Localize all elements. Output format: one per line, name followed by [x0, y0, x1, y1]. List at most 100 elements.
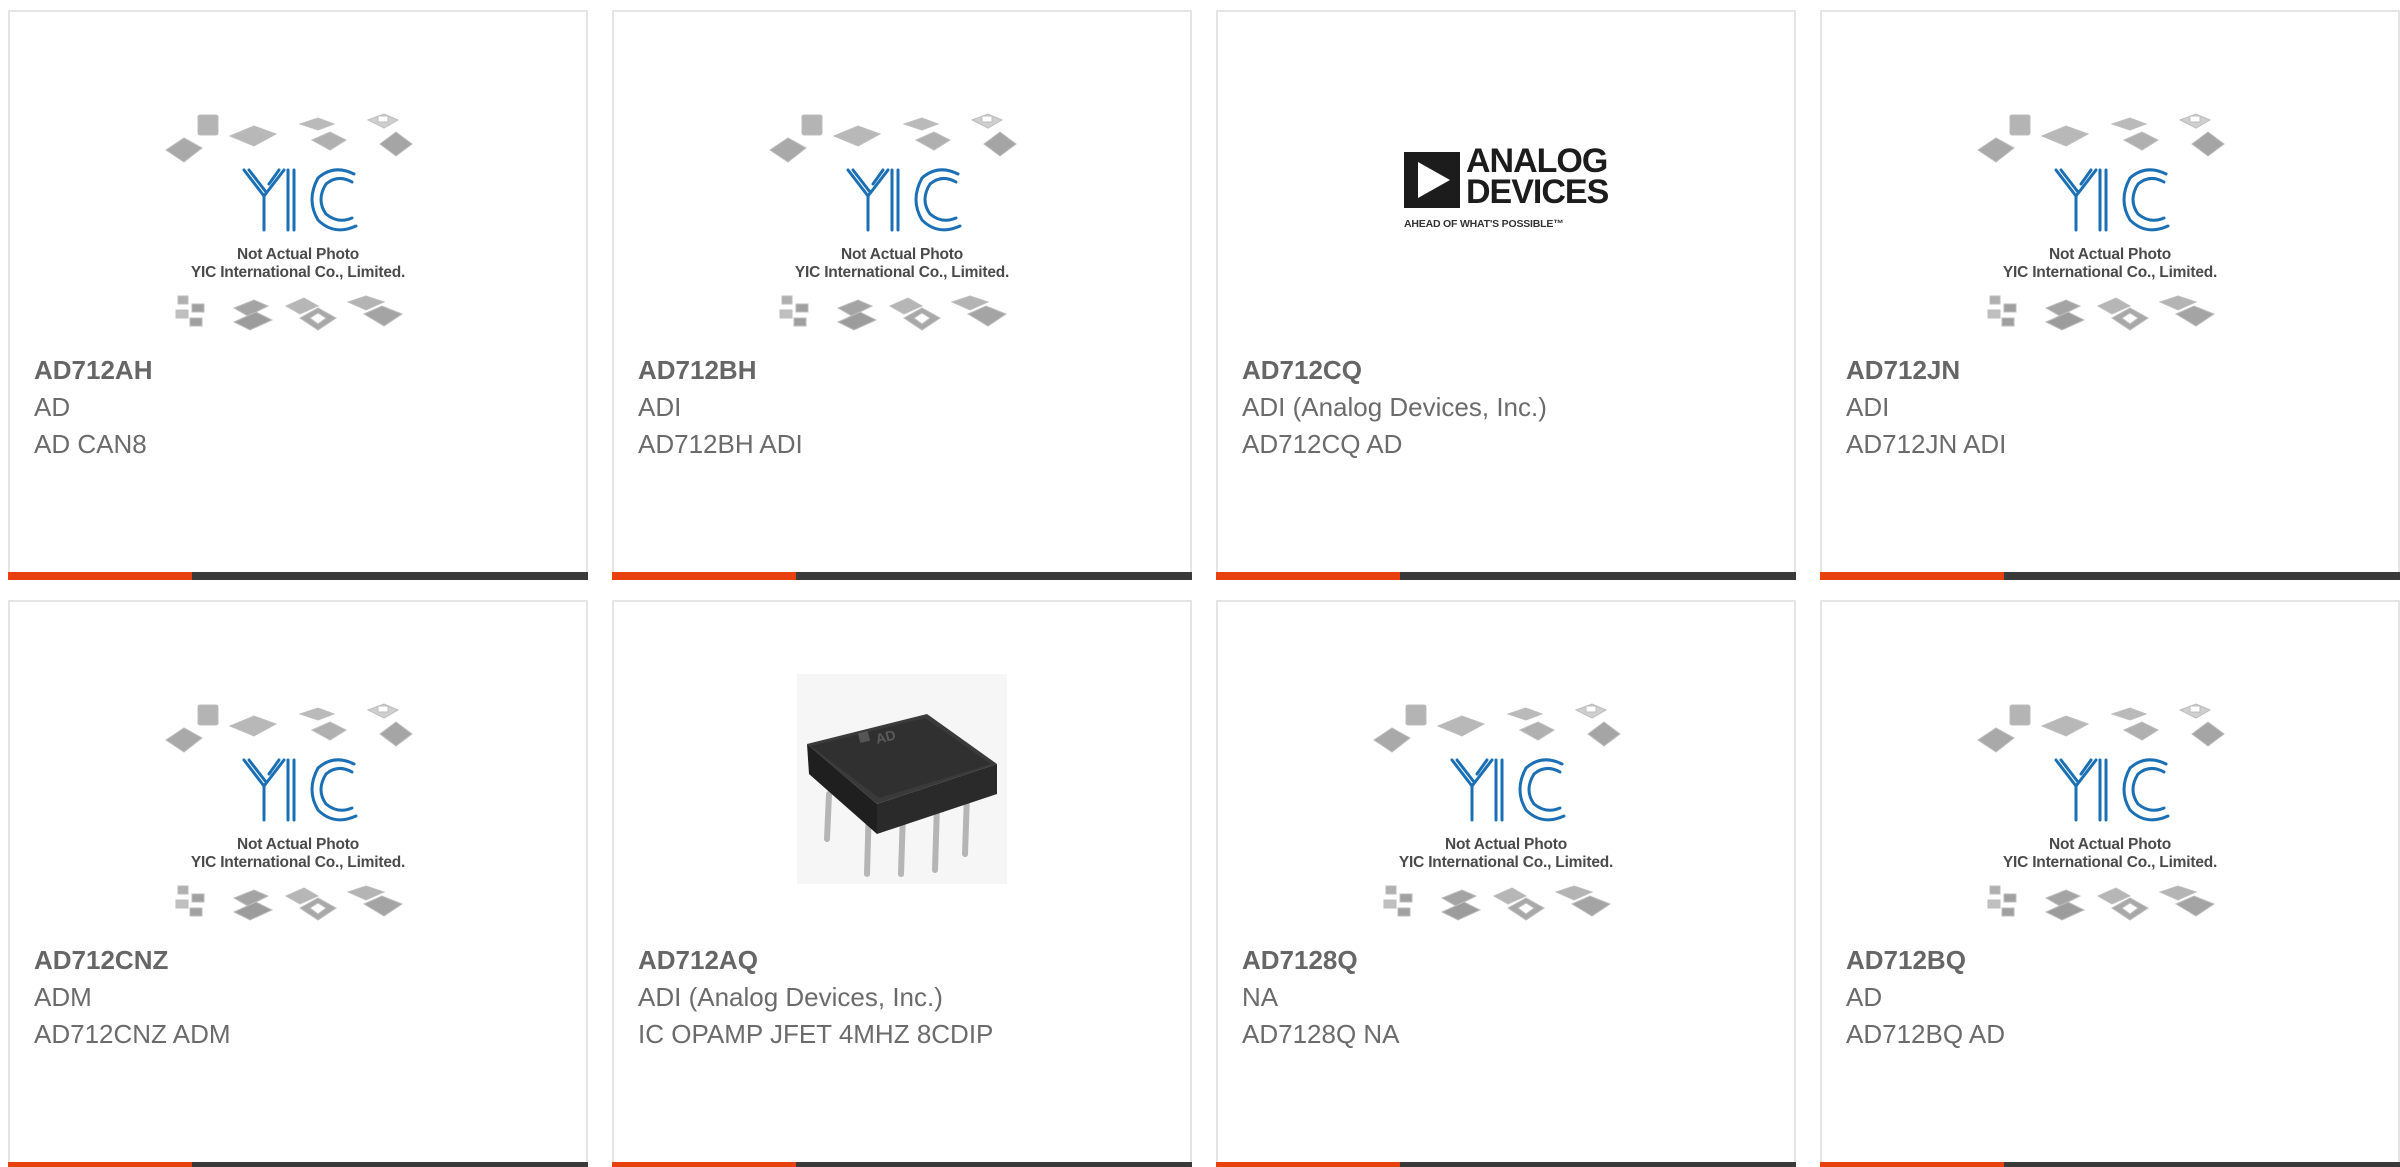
product-thumbnail[interactable]: Not Actual Photo YIC International Co., …	[10, 12, 586, 352]
product-info: AD712AQ ADI (Analog Devices, Inc.) IC OPAM…	[638, 942, 1170, 1053]
card-accent-bar	[612, 572, 796, 580]
package-thumbnails-icon	[769, 113, 1017, 331]
package-thumbnails-icon	[165, 113, 413, 331]
product-card[interactable]: ANALOG DEVICES AHEAD OF WHAT'S POSSIBLE™ AD…	[1216, 10, 1796, 580]
placeholder-caption: Not Actual Photo YIC International Co., …	[1366, 836, 1646, 872]
placeholder-caption: Not Actual Photo YIC International Co., …	[762, 246, 1042, 282]
product-manufacturer: ADI (Analog Devices, Inc.)	[1242, 392, 1547, 422]
product-info: AD712CQ ADI (Analog Devices, Inc.) AD712CQ…	[1242, 352, 1774, 463]
card-bottom-bar	[8, 1162, 588, 1167]
product-description: AD712CQ AD	[1242, 429, 1403, 459]
product-description: IC OPAMP JFET 4MHZ 8CDIP	[638, 1019, 994, 1049]
product-info: AD712JN ADI AD712JN ADI	[1846, 352, 2378, 463]
card-bottom-bar	[1216, 1162, 1796, 1167]
product-part-number-link[interactable]: AD7128Q	[1242, 942, 1774, 979]
product-image-placeholder: Not Actual Photo YIC International Co., …	[1366, 690, 1646, 940]
product-card[interactable]: Not Actual Photo YIC International Co., …	[612, 10, 1192, 580]
placeholder-caption-line1: Not Actual Photo	[237, 246, 359, 263]
product-info: AD712BH ADI AD712BH ADI	[638, 352, 1170, 463]
product-manufacturer: ADI	[638, 392, 682, 422]
product-thumbnail[interactable]: Not Actual Photo YIC International Co., …	[614, 12, 1190, 352]
product-thumbnail[interactable]: Not Actual Photo YIC International Co., …	[1218, 602, 1794, 942]
product-thumbnail[interactable]: ANALOG DEVICES AHEAD OF WHAT'S POSSIBLE™	[1218, 12, 1794, 352]
product-image-placeholder: Not Actual Photo YIC International Co., …	[158, 100, 438, 350]
product-manufacturer: AD	[34, 392, 71, 422]
card-accent-bar	[1820, 1162, 2004, 1167]
product-part-number-link[interactable]: AD712CNZ	[34, 942, 566, 979]
product-part-number-link[interactable]: AD712BQ	[1846, 942, 2378, 979]
product-description: AD712CNZ ADM	[34, 1019, 231, 1049]
product-description: AD712JN ADI	[1846, 429, 2007, 459]
card-bottom-bar	[1820, 1162, 2400, 1167]
product-card[interactable]: Not Actual Photo YIC International Co., …	[1216, 600, 1796, 1167]
product-part-number-link[interactable]: AD712CQ	[1242, 352, 1774, 389]
placeholder-caption: Not Actual Photo YIC International Co., …	[158, 246, 438, 282]
product-description: AD712BH ADI	[638, 429, 803, 459]
product-image-placeholder: Not Actual Photo YIC International Co., …	[1970, 690, 2250, 940]
placeholder-caption: Not Actual Photo YIC International Co., …	[1970, 836, 2250, 872]
product-card[interactable]: Not Actual Photo YIC International Co., …	[1820, 600, 2400, 1167]
placeholder-caption-line2: YIC International Co., Limited.	[190, 264, 406, 281]
card-accent-bar	[612, 1162, 796, 1167]
placeholder-caption-line1: Not Actual Photo	[841, 246, 963, 263]
product-thumbnail[interactable]: Not Actual Photo YIC International Co., …	[1822, 602, 2398, 942]
card-bottom-bar	[612, 1162, 1192, 1167]
product-image-placeholder: Not Actual Photo YIC International Co., …	[1970, 100, 2250, 350]
product-grid: Not Actual Photo YIC International Co., …	[0, 0, 2400, 1167]
product-thumbnail[interactable]: AD	[614, 602, 1190, 942]
package-thumbnails-icon	[1977, 113, 2225, 331]
product-part-number-link[interactable]: AD712AQ	[638, 942, 1170, 979]
placeholder-caption-line1: Not Actual Photo	[2049, 246, 2171, 263]
product-info: AD712BQ AD AD712BQ AD	[1846, 942, 2378, 1053]
product-part-number-link[interactable]: AD712JN	[1846, 352, 2378, 389]
product-description: AD712BQ AD	[1846, 1019, 2005, 1049]
placeholder-caption-line2: YIC International Co., Limited.	[794, 264, 1010, 281]
placeholder-caption-line2: YIC International Co., Limited.	[2002, 264, 2218, 281]
placeholder-caption-line2: YIC International Co., Limited.	[1398, 854, 1614, 871]
placeholder-caption-line1: Not Actual Photo	[237, 836, 359, 853]
placeholder-caption-line2: YIC International Co., Limited.	[190, 854, 406, 871]
product-card[interactable]: Not Actual Photo YIC International Co., …	[8, 600, 588, 1167]
placeholder-caption-line1: Not Actual Photo	[1445, 836, 1567, 853]
product-card[interactable]: AD AD712AQ ADI (Analog Devices, Inc.) IC OP…	[612, 600, 1192, 1167]
product-info: AD712CNZ ADM AD712CNZ ADM	[34, 942, 566, 1053]
card-bottom-bar	[1216, 572, 1796, 580]
analog-devices-wordmark: ANALOG DEVICES	[1466, 144, 1609, 211]
card-accent-bar	[1216, 572, 1400, 580]
product-info: AD712AH AD AD CAN8	[34, 352, 566, 463]
product-manufacturer: AD	[1846, 982, 1883, 1012]
package-thumbnails-icon	[1977, 703, 2225, 921]
package-thumbnails-icon	[165, 703, 413, 921]
logo-line2: DEVICES	[1466, 173, 1609, 211]
product-part-number-link[interactable]: AD712BH	[638, 352, 1170, 389]
product-manufacturer: ADM	[34, 982, 92, 1012]
product-manufacturer: NA	[1242, 982, 1279, 1012]
card-accent-bar	[8, 572, 192, 580]
product-image-placeholder: Not Actual Photo YIC International Co., …	[762, 100, 1042, 350]
dip8-chip-photo: AD	[797, 674, 1007, 884]
card-bottom-bar	[1820, 572, 2400, 580]
product-thumbnail[interactable]: Not Actual Photo YIC International Co., …	[10, 602, 586, 942]
product-description: AD CAN8	[34, 429, 147, 459]
package-thumbnails-icon	[1373, 703, 1621, 921]
product-card[interactable]: Not Actual Photo YIC International Co., …	[8, 10, 588, 580]
placeholder-caption-line2: YIC International Co., Limited.	[2002, 854, 2218, 871]
placeholder-caption-line1: Not Actual Photo	[2049, 836, 2171, 853]
product-manufacturer: ADI	[1846, 392, 1890, 422]
card-accent-bar	[1820, 572, 2004, 580]
product-image-placeholder: Not Actual Photo YIC International Co., …	[158, 690, 438, 940]
product-description: AD7128Q NA	[1242, 1019, 1400, 1049]
product-part-number-link[interactable]: AD712AH	[34, 352, 566, 389]
analog-devices-triangle-icon	[1404, 152, 1460, 208]
card-bottom-bar	[612, 572, 1192, 580]
product-thumbnail[interactable]: Not Actual Photo YIC International Co., …	[1822, 12, 2398, 352]
card-accent-bar	[8, 1162, 192, 1167]
card-bottom-bar	[8, 572, 588, 580]
placeholder-caption: Not Actual Photo YIC International Co., …	[158, 836, 438, 872]
placeholder-caption: Not Actual Photo YIC International Co., …	[1970, 246, 2250, 282]
product-info: AD7128Q NA AD7128Q NA	[1242, 942, 1774, 1053]
logo-tagline: AHEAD OF WHAT'S POSSIBLE™	[1404, 218, 1564, 230]
product-card[interactable]: Not Actual Photo YIC International Co., …	[1820, 10, 2400, 580]
product-manufacturer: ADI (Analog Devices, Inc.)	[638, 982, 943, 1012]
card-accent-bar	[1216, 1162, 1400, 1167]
